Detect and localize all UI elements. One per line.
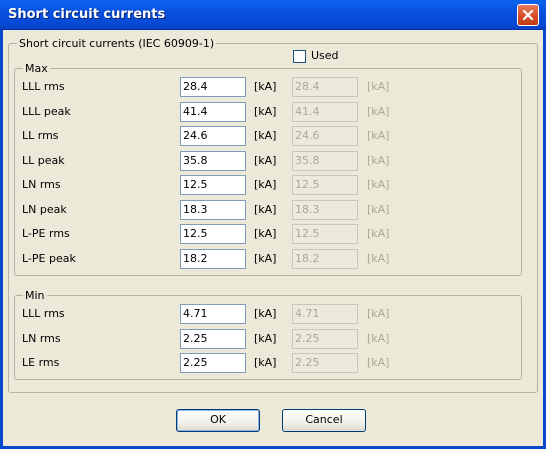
value-field[interactable]: 18.3 [180, 199, 246, 220]
used-value-field: 41.4 [292, 101, 358, 122]
used-unit-label: [kA] [367, 129, 390, 142]
used-unit-label: [kA] [367, 227, 390, 240]
ok-button[interactable]: OK [176, 409, 260, 432]
used-checkbox-label: Used [311, 49, 339, 62]
unit-label: [kA] [254, 331, 277, 345]
row-label: L-PE peak [22, 251, 76, 265]
title-bar: Short circuit currents [0, 0, 546, 30]
used-unit-label: [kA] [367, 307, 390, 320]
used-unit-label: [kA] [367, 153, 390, 167]
row-label: L-PE rms [22, 227, 70, 240]
used-value-field: 18.3 [292, 199, 358, 220]
value-field[interactable]: 4.71 [180, 304, 246, 324]
used-unit-label: [kA] [367, 356, 390, 369]
max-group: Max [14, 62, 522, 276]
unit-label: [kA] [254, 153, 277, 167]
row-label: LE rms [22, 356, 60, 369]
value-field[interactable]: 2.25 [180, 328, 246, 349]
row-label: LLL rms [22, 307, 65, 320]
used-value-field: 12.5 [292, 224, 358, 244]
unit-label: [kA] [254, 356, 277, 369]
max-group-legend: Max [23, 62, 50, 75]
close-icon [522, 9, 534, 21]
unit-label: [kA] [254, 178, 277, 191]
value-field[interactable]: 24.6 [180, 126, 246, 146]
min-group-legend: Min [23, 289, 47, 302]
used-value-field: 12.5 [292, 175, 358, 195]
used-unit-label: [kA] [367, 251, 390, 265]
window-frame-left [0, 30, 3, 449]
unit-label: [kA] [254, 202, 277, 216]
used-unit-label: [kA] [367, 331, 390, 345]
used-value-field: 28.4 [292, 77, 358, 97]
used-checkbox[interactable] [293, 50, 306, 63]
used-unit-label: [kA] [367, 104, 390, 118]
row-label: LN peak [22, 202, 67, 216]
value-field[interactable]: 2.25 [180, 353, 246, 373]
used-value-field: 35.8 [292, 150, 358, 171]
unit-label: [kA] [254, 251, 277, 265]
used-unit-label: [kA] [367, 80, 390, 93]
value-field[interactable]: 28.4 [180, 77, 246, 97]
value-field[interactable]: 35.8 [180, 150, 246, 171]
unit-label: [kA] [254, 227, 277, 240]
unit-label: [kA] [254, 80, 277, 93]
row-label: LLL peak [22, 104, 71, 118]
row-label: LLL rms [22, 80, 65, 93]
value-field[interactable]: 12.5 [180, 224, 246, 244]
used-value-field: 2.25 [292, 353, 358, 373]
value-field[interactable]: 41.4 [180, 101, 246, 122]
row-label: LL rms [22, 129, 59, 142]
cancel-button[interactable]: Cancel [282, 409, 366, 432]
used-value-field: 24.6 [292, 126, 358, 146]
row-label: LL peak [22, 153, 65, 167]
used-value-field: 4.71 [292, 304, 358, 324]
used-unit-label: [kA] [367, 178, 390, 191]
value-field[interactable]: 18.2 [180, 248, 246, 269]
value-field[interactable]: 12.5 [180, 175, 246, 195]
row-label: LN rms [22, 178, 61, 191]
unit-label: [kA] [254, 307, 277, 320]
used-value-field: 18.2 [292, 248, 358, 269]
short-circuit-group-legend: Short circuit currents (IEC 60909-1) [17, 37, 217, 50]
unit-label: [kA] [254, 104, 277, 118]
close-button[interactable] [517, 4, 539, 26]
row-label: LN rms [22, 331, 61, 345]
unit-label: [kA] [254, 129, 277, 142]
window-title: Short circuit currents [8, 7, 166, 22]
used-unit-label: [kA] [367, 202, 390, 216]
used-value-field: 2.25 [292, 328, 358, 349]
